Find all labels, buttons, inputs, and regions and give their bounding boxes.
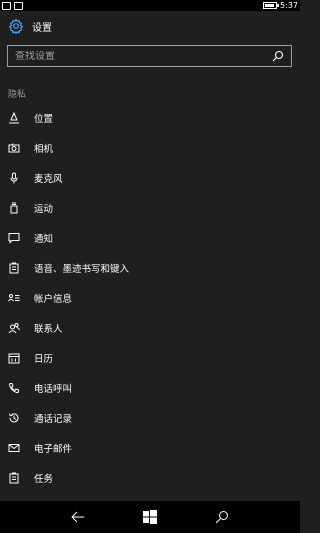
- list-item-location[interactable]: 位置: [0, 103, 300, 133]
- notification-status-icon: [2, 1, 11, 10]
- back-arrow-icon: [71, 511, 84, 523]
- list-item-contacts[interactable]: 联系人: [0, 313, 300, 343]
- search-icon[interactable]: [272, 50, 284, 62]
- list-item-label: 帐户信息: [34, 294, 73, 305]
- microphone-icon: [10, 172, 18, 184]
- location-icon: [9, 112, 19, 124]
- start-button[interactable]: [142, 509, 158, 525]
- list-item-camera[interactable]: 相机: [0, 133, 300, 163]
- search-nav-button[interactable]: [214, 509, 230, 525]
- contacts-icon: [8, 323, 20, 334]
- status-bar: 5:37: [0, 0, 300, 11]
- page-title: 设置: [32, 22, 52, 34]
- section-label-privacy: 隐私: [8, 90, 27, 100]
- list-item-calendar[interactable]: 日历: [0, 343, 300, 373]
- list-item-motion[interactable]: 运动: [0, 193, 300, 223]
- battery-icon: [263, 2, 280, 9]
- account-info-icon: [8, 294, 20, 302]
- list-item-account-info[interactable]: 帐户信息: [0, 283, 300, 313]
- mail-icon: [8, 444, 20, 452]
- list-item-speech-inking[interactable]: 语音、墨迹书写和键入: [0, 253, 300, 283]
- search-icon: [215, 511, 228, 524]
- list-item-label: 电子邮件: [34, 444, 73, 455]
- notification-icon: [8, 233, 20, 244]
- list-item-label: 通话记录: [34, 414, 73, 425]
- list-item-label: 联系人: [34, 324, 63, 335]
- battery-fill: [265, 4, 275, 7]
- speech-inking-icon: [9, 262, 19, 274]
- list-item-label: 任务: [34, 474, 54, 485]
- list-item-label: 运动: [34, 204, 54, 215]
- call-history-icon: [9, 413, 19, 423]
- list-item-label: 通知: [34, 234, 54, 245]
- search-input[interactable]: [15, 50, 255, 62]
- calendar-icon: [8, 353, 20, 364]
- list-item-phone-calls[interactable]: 电话呼叫: [0, 373, 300, 403]
- list-item-label: 麦克风: [34, 174, 63, 185]
- privacy-list: 位置 相机 麦克风 运动 通知 语音、墨迹书写和键入 帐户信息 联系人 日历 电…: [0, 103, 300, 493]
- camera-icon: [8, 143, 20, 153]
- app-status-icon: [14, 1, 23, 10]
- list-item-tasks[interactable]: 任务: [0, 463, 300, 493]
- back-button[interactable]: [70, 509, 86, 525]
- list-item-microphone[interactable]: 麦克风: [0, 163, 300, 193]
- list-item-label: 电话呼叫: [34, 384, 73, 395]
- list-item-email[interactable]: 电子邮件: [0, 433, 300, 463]
- list-item-label: 位置: [34, 114, 54, 125]
- list-item-label: 日历: [34, 354, 54, 365]
- windows-logo-icon: [143, 510, 157, 524]
- gear-icon: [8, 18, 24, 34]
- list-item-call-history[interactable]: 通话记录: [0, 403, 300, 433]
- list-item-label: 语音、墨迹书写和键入: [34, 264, 130, 275]
- page-header: 设置: [8, 16, 52, 36]
- list-item-label: 相机: [34, 144, 54, 155]
- motion-icon: [10, 202, 18, 214]
- phone-icon: [8, 383, 19, 394]
- status-time: 5:37: [280, 1, 298, 10]
- navigation-bar: [0, 501, 300, 533]
- search-box[interactable]: [7, 45, 292, 67]
- tasks-icon: [9, 472, 19, 484]
- list-item-notifications[interactable]: 通知: [0, 223, 300, 253]
